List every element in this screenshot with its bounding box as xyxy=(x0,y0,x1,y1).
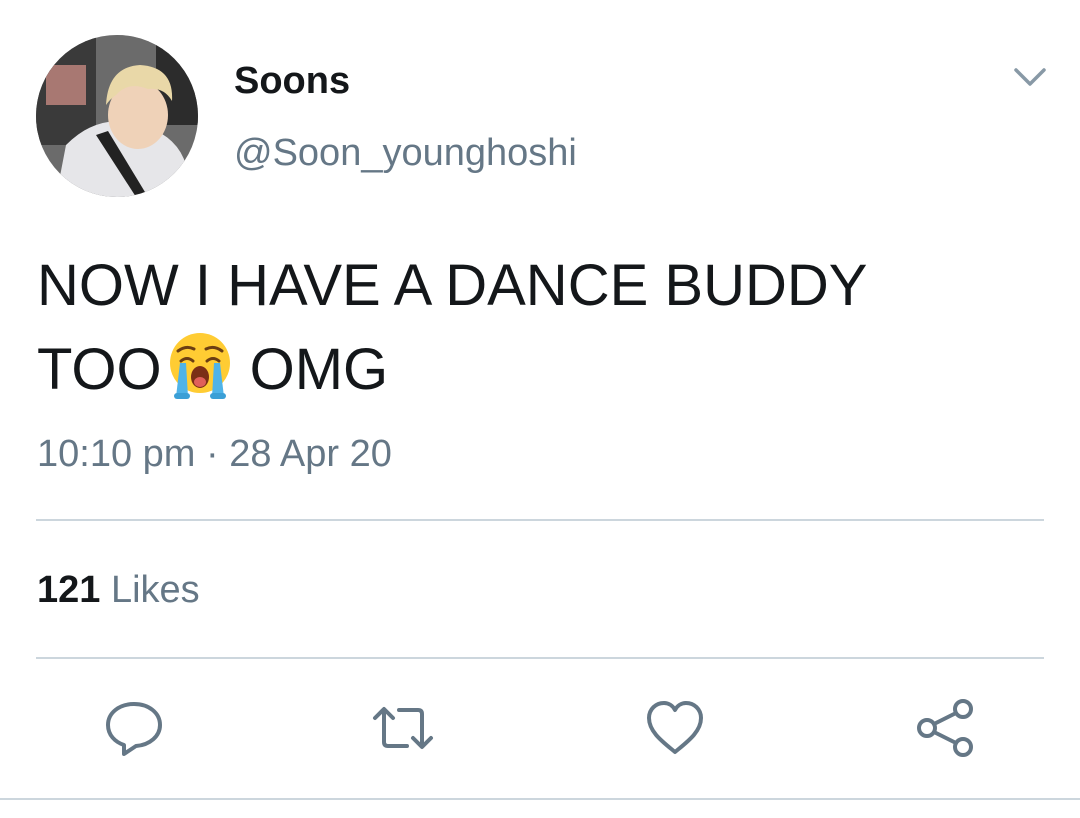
avatar[interactable] xyxy=(36,35,198,197)
share-icon xyxy=(917,699,973,757)
heart-icon xyxy=(647,701,703,754)
tweet-text: NOW I HAVE A DANCE BUDDY TOO OMG xyxy=(37,244,1037,412)
retweet-icon xyxy=(373,707,433,749)
likes-count: 121 xyxy=(37,569,101,611)
like-button[interactable] xyxy=(643,696,707,760)
avatar-photo xyxy=(36,35,198,197)
retweet-button[interactable] xyxy=(371,696,435,760)
share-button[interactable] xyxy=(913,696,977,760)
likes-summary[interactable]: 121 Likes xyxy=(37,566,200,614)
divider xyxy=(36,657,1044,659)
loudly-crying-face-icon xyxy=(164,329,236,401)
likes-label: Likes xyxy=(110,569,200,611)
tweet-text-line-2: TOO OMG xyxy=(37,328,1037,412)
tweet-text-omg: OMG xyxy=(249,337,389,402)
divider xyxy=(36,519,1044,521)
reply-button[interactable] xyxy=(102,696,166,760)
reply-icon xyxy=(106,702,162,756)
tweet-text-too: TOO xyxy=(37,337,162,402)
user-handle[interactable]: @Soon_younghoshi xyxy=(234,130,577,176)
divider xyxy=(0,798,1080,800)
tweet-timestamp[interactable]: 10:10 pm · 28 Apr 20 xyxy=(37,430,392,478)
display-name[interactable]: Soons xyxy=(234,58,350,104)
chevron-down-icon[interactable] xyxy=(1010,62,1050,94)
tweet-text-line-1: NOW I HAVE A DANCE BUDDY xyxy=(37,253,868,318)
